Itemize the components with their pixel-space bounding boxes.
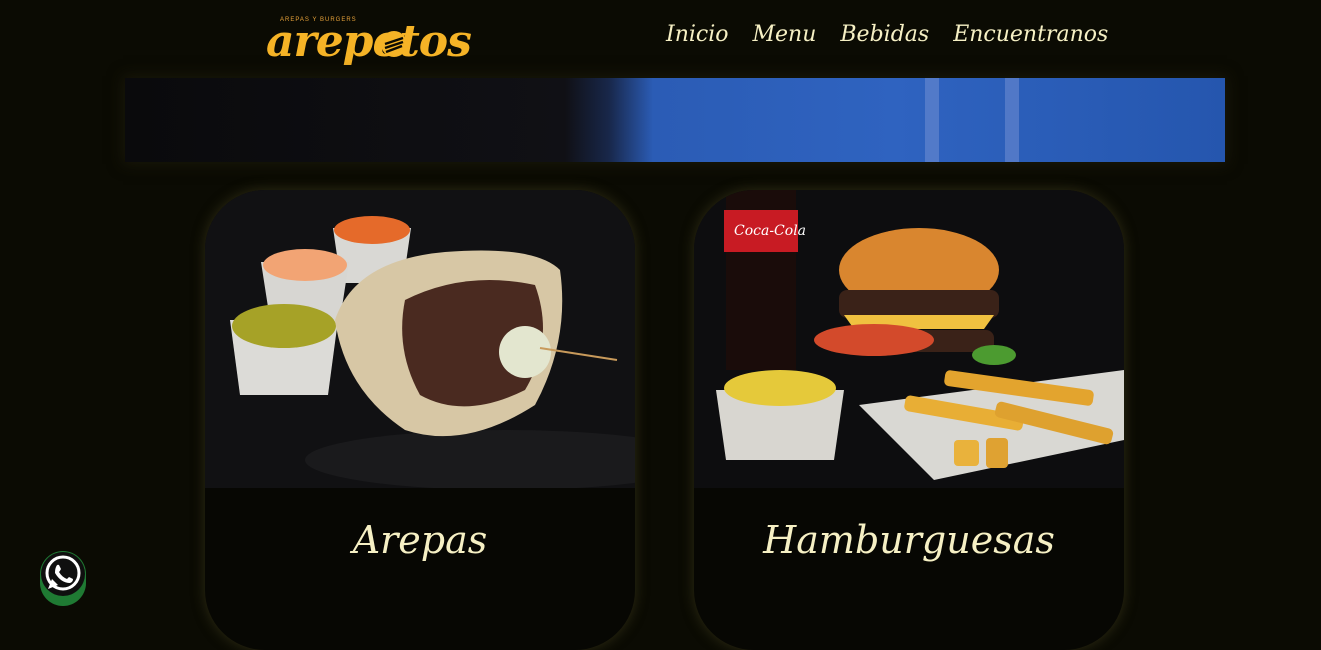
nav-encuentranos[interactable]: Encuentranos	[953, 22, 1108, 47]
main-nav: Inicio Menu Bebidas Encuentranos	[666, 22, 1108, 47]
card-hamburguesas[interactable]: Coca-Cola Hamburguesas	[694, 190, 1124, 650]
brand-logo[interactable]: AREPAS Y BURGERS arepetos	[266, 2, 472, 72]
nav-bebidas[interactable]: Bebidas	[840, 22, 929, 47]
hero-shirt-detail	[1005, 78, 1019, 162]
whatsapp-icon	[41, 552, 85, 596]
hero-banner	[125, 78, 1225, 162]
card-arepas[interactable]: Arepas	[205, 190, 635, 650]
burger-logo-icon	[381, 31, 407, 57]
whatsapp-button[interactable]	[40, 551, 86, 606]
arepa-with-sauces-photo	[205, 190, 635, 488]
card-title-hamburguesas: Hamburguesas	[763, 518, 1055, 562]
card-title-arepas: Arepas	[352, 518, 488, 562]
brand-name: arepetos	[266, 16, 472, 67]
hero-shirt-detail	[925, 78, 939, 162]
nav-menu[interactable]: Menu	[753, 22, 817, 47]
burger-fries-soda-photo: Coca-Cola	[694, 190, 1124, 488]
nav-inicio[interactable]: Inicio	[666, 22, 729, 47]
svg-text:Coca-Cola: Coca-Cola	[734, 223, 806, 239]
site-header: AREPAS Y BURGERS arepetos Inicio Menu Be…	[0, 0, 1321, 78]
